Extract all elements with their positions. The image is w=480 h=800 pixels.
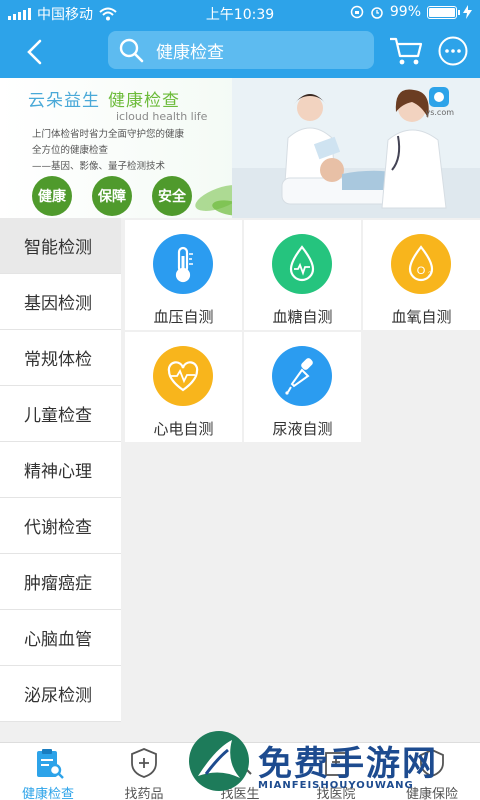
banner-line-3: ——基因、影像、量子检测技术 (32, 161, 166, 172)
search-text: 健康检查 (156, 42, 224, 63)
svg-text:O: O (417, 265, 426, 277)
banner-badge-safety: 安全 (152, 176, 192, 216)
search-icon (119, 38, 144, 63)
banner-badge-guarantee: 保障 (92, 176, 132, 216)
status-bar: 中国移动 上午10:39 99% (0, 0, 480, 26)
banner-line-1: 上门体检省时省力全面守护您的健康 (32, 129, 185, 140)
watermark-logo (189, 731, 249, 791)
card-urine[interactable]: 尿液自测 (244, 332, 361, 442)
thermometer-icon (153, 234, 213, 294)
rotation-lock-icon (350, 5, 364, 19)
dropper-icon (272, 346, 332, 406)
sidebar-item-urology[interactable]: 泌尿检测 (0, 666, 121, 722)
sidebar-item-child-check[interactable]: 儿童检查 (0, 386, 121, 442)
banner-brand: 云朵益生 健康检查 (28, 91, 180, 111)
watermark-subtext: MIANFEISHOUYOUWANG (258, 780, 414, 791)
back-icon[interactable] (18, 36, 52, 68)
battery-percent: 99% (389, 4, 421, 20)
card-blood-sugar[interactable]: 血糖自测 (244, 220, 361, 330)
sidebar-item-smart-detection[interactable]: 智能检测 (0, 218, 121, 274)
banner-line-2: 全方位的健康检查 (32, 145, 109, 156)
cart-icon[interactable] (388, 35, 424, 67)
more-icon[interactable] (437, 35, 469, 67)
blood-drop-icon (272, 234, 332, 294)
sidebar-item-mental-psych[interactable]: 精神心理 (0, 442, 121, 498)
banner-badge-health: 健康 (32, 176, 72, 216)
oxygen-drop-icon: O 2 (391, 234, 451, 294)
promo-banner[interactable]: 云朵益生 健康检查 icloud health life 上门体检省时省力全面守护… (0, 78, 480, 218)
tab-find-medicine[interactable]: 找药品 (96, 743, 192, 800)
tab-health-check[interactable]: 健康检查 (0, 743, 96, 800)
sidebar-item-metabolic-check[interactable]: 代谢检查 (0, 498, 121, 554)
heartbeat-icon (153, 346, 213, 406)
sidebar-item-routine-checkup[interactable]: 常规体检 (0, 330, 121, 386)
top-navbar: 健康检查 (0, 26, 480, 78)
watermark-text: 免费手游网 (258, 744, 438, 784)
test-grid: 血压自测 血糖自测 O 2 血氧自测 心电自测 尿液自测 (121, 218, 480, 742)
brand-logo (429, 87, 449, 107)
search-bar[interactable]: 健康检查 (108, 31, 374, 69)
card-label: 血糖自测 (272, 308, 333, 326)
logo-text: ys.com (425, 108, 454, 117)
medicine-shield-icon (131, 748, 157, 778)
clipboard-search-icon (37, 749, 64, 779)
card-blood-pressure[interactable]: 血压自测 (125, 220, 242, 330)
tab-label: 找药品 (124, 787, 164, 800)
battery-icon (427, 5, 460, 19)
card-label: 血氧自测 (391, 308, 452, 326)
charging-icon (463, 5, 472, 19)
tab-label: 健康检查 (21, 787, 74, 800)
sidebar-item-cardio-cerebro[interactable]: 心脑血管 (0, 610, 121, 666)
card-ecg[interactable]: 心电自测 (125, 332, 242, 442)
sidebar-item-gene-detection[interactable]: 基因检测 (0, 274, 121, 330)
sidebar-item-tumor-cancer[interactable]: 肿瘤癌症 (0, 554, 121, 610)
card-label: 尿液自测 (272, 420, 333, 438)
card-label: 血压自测 (153, 308, 214, 326)
category-sidebar: 智能检测 基因检测 常规体检 儿童检查 精神心理 代谢检查 肿瘤癌症 心脑血管 … (0, 218, 121, 742)
banner-brand-en: icloud health life (116, 110, 208, 123)
alarm-icon (371, 7, 383, 19)
site-watermark: 免费手游网 MIANFEISHOUYOUWANG (186, 728, 476, 800)
card-blood-oxygen[interactable]: O 2 血氧自测 (363, 220, 480, 330)
card-label: 心电自测 (153, 420, 214, 438)
